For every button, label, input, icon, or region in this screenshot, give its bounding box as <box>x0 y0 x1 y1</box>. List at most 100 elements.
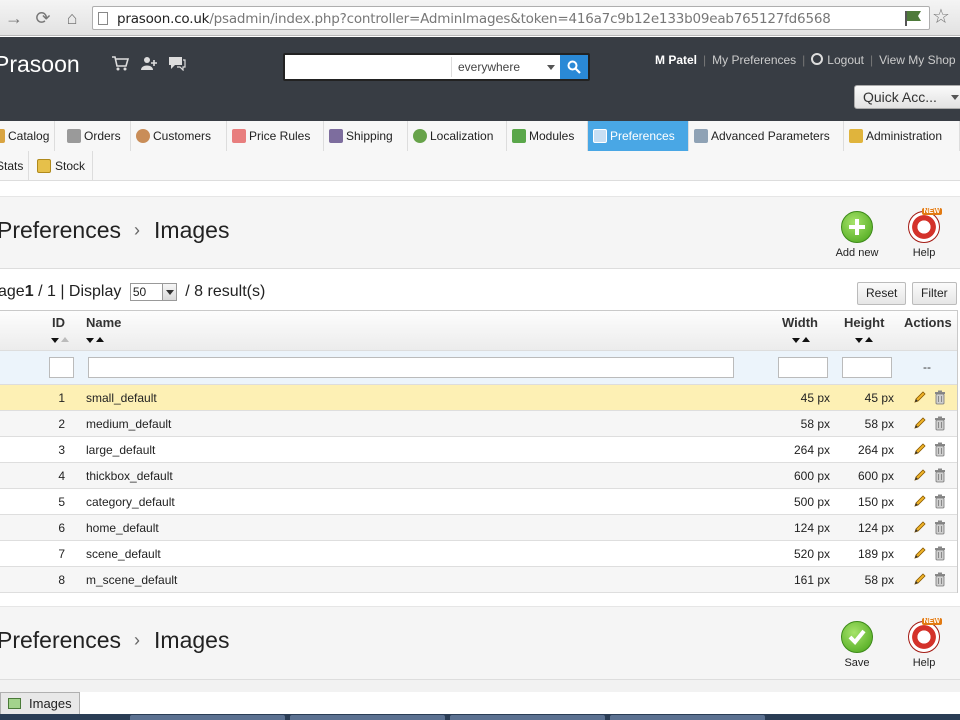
breadcrumb-parent[interactable]: Preferences <box>0 627 121 653</box>
cell-width: 520 px <box>793 547 830 561</box>
page-title-bar: Preferences › Images Add new NEW Help <box>0 196 960 269</box>
sort-id[interactable] <box>51 337 71 344</box>
new-badge: NEW <box>921 208 942 215</box>
delete-trash-icon[interactable] <box>934 494 946 509</box>
cell-height: 264 px <box>857 443 894 457</box>
tab-administration[interactable]: Administration <box>844 121 960 151</box>
delete-trash-icon[interactable] <box>934 546 946 561</box>
breadcrumb: Preferences › Images <box>0 217 229 244</box>
sort-asc-icon <box>802 337 810 342</box>
delete-trash-icon[interactable] <box>934 416 946 431</box>
filter-name-input[interactable] <box>88 357 734 378</box>
address-bar[interactable]: prasoon.co.uk/psadmin/index.php?controll… <box>92 6 930 30</box>
sort-width[interactable] <box>792 337 812 344</box>
sort-height[interactable] <box>855 337 875 344</box>
bottom-images-tab[interactable]: Images <box>0 692 80 714</box>
breadcrumb-parent[interactable]: Preferences <box>0 217 121 243</box>
table-row[interactable]: 3 large_default 264 px 264 px <box>0 437 957 463</box>
delete-trash-icon[interactable] <box>934 468 946 483</box>
tab-stock[interactable]: Stock <box>29 151 93 181</box>
cell-width: 58 px <box>800 417 830 431</box>
cell-name: small_default <box>86 391 157 405</box>
edit-pencil-icon[interactable] <box>913 494 927 508</box>
delete-trash-icon[interactable] <box>934 390 946 405</box>
cell-id: 8 <box>58 573 65 587</box>
taskbar-window[interactable] <box>130 715 285 720</box>
table-row[interactable]: 5 category_default 500 px 150 px <box>0 489 957 515</box>
per-page-select[interactable]: 50 <box>129 283 177 301</box>
delete-trash-icon[interactable] <box>934 572 946 587</box>
lifebuoy-icon: NEW <box>908 618 942 653</box>
new-customers-icon[interactable] <box>140 55 158 71</box>
sort-desc-icon <box>855 338 863 343</box>
shop-name[interactable]: Prasoon <box>0 51 80 78</box>
taskbar-window[interactable] <box>610 715 765 720</box>
search-button[interactable] <box>560 55 588 79</box>
delete-trash-icon[interactable] <box>934 520 946 535</box>
bookmark-star-icon[interactable]: ☆ <box>932 6 950 28</box>
filter-button[interactable]: Filter <box>912 282 957 305</box>
new-messages-icon[interactable] <box>168 55 186 72</box>
help-button-footer[interactable]: NEW Help <box>897 618 951 669</box>
cell-height: 58 px <box>864 573 894 587</box>
search-scope-select[interactable]: everywhere <box>451 57 561 77</box>
breadcrumb-footer: Preferences › Images <box>0 627 229 654</box>
save-button[interactable]: Save <box>830 621 884 669</box>
edit-pencil-icon[interactable] <box>913 546 927 560</box>
table-row[interactable]: 2 medium_default 58 px 58 px <box>0 411 957 437</box>
wrench-icon <box>694 129 708 143</box>
cart-icon <box>67 129 81 143</box>
delete-trash-icon[interactable] <box>934 442 946 457</box>
tab-localization[interactable]: Localization <box>408 121 507 151</box>
help-button[interactable]: NEW Help <box>897 208 951 259</box>
view-my-shop-link[interactable]: View My Shop <box>879 53 955 67</box>
add-new-button[interactable]: Add new <box>830 211 884 259</box>
cell-width: 500 px <box>793 495 830 509</box>
reset-button[interactable]: Reset <box>857 282 907 305</box>
new-orders-cart-icon[interactable] <box>111 55 130 71</box>
tab-shipping[interactable]: Shipping <box>324 121 408 151</box>
tab-orders[interactable]: Orders <box>62 121 131 151</box>
tab-stats[interactable]: Stats <box>0 151 29 181</box>
table-row[interactable]: 6 home_default 124 px 124 px <box>0 515 957 541</box>
logout-link[interactable]: Logout <box>827 53 864 67</box>
edit-pencil-icon[interactable] <box>913 468 927 482</box>
taskbar-window[interactable] <box>450 715 605 720</box>
tab-customers[interactable]: Customers <box>131 121 227 151</box>
home-icon[interactable]: ⌂ <box>60 6 84 30</box>
column-header-name: Name <box>86 315 122 330</box>
search-input[interactable] <box>287 57 447 77</box>
tab-modules[interactable]: Modules <box>507 121 588 151</box>
result-count: / 8 result(s) <box>185 283 266 300</box>
forward-arrow-icon[interactable]: → <box>2 6 26 30</box>
filter-height-input[interactable] <box>842 357 892 378</box>
cell-id: 4 <box>58 469 65 483</box>
stock-icon <box>37 159 51 173</box>
table-row[interactable]: 4 thickbox_default 600 px 600 px <box>0 463 957 489</box>
filter-row: -- <box>0 351 957 385</box>
table-row[interactable]: 7 scene_default 520 px 189 px <box>0 541 957 567</box>
tab-advanced-parameters[interactable]: Advanced Parameters <box>689 121 844 151</box>
quick-access-dropdown[interactable]: Quick Acc... <box>854 85 960 109</box>
cell-width: 161 px <box>793 573 830 587</box>
edit-pencil-icon[interactable] <box>913 520 927 534</box>
filter-width-input[interactable] <box>778 357 828 378</box>
flag-icon[interactable] <box>903 9 923 27</box>
cell-height: 150 px <box>857 495 894 509</box>
employee-name[interactable]: M Patel <box>655 53 697 67</box>
edit-pencil-icon[interactable] <box>913 390 927 404</box>
my-preferences-link[interactable]: My Preferences <box>712 53 796 67</box>
tab-preferences[interactable]: Preferences <box>588 121 689 151</box>
edit-pencil-icon[interactable] <box>913 416 927 430</box>
sort-name[interactable] <box>86 337 106 344</box>
edit-pencil-icon[interactable] <box>913 442 927 456</box>
reload-icon[interactable]: ⟳ <box>31 6 55 30</box>
taskbar-window[interactable] <box>290 715 445 720</box>
tab-price-rules[interactable]: Price Rules <box>227 121 324 151</box>
filter-id-input[interactable] <box>49 357 74 378</box>
cell-name: large_default <box>86 443 156 457</box>
table-row[interactable]: 1 small_default 45 px 45 px <box>0 385 957 411</box>
edit-pencil-icon[interactable] <box>913 572 927 586</box>
table-row[interactable]: 8 m_scene_default 161 px 58 px <box>0 567 957 593</box>
tab-catalog[interactable]: Catalog <box>0 121 55 151</box>
